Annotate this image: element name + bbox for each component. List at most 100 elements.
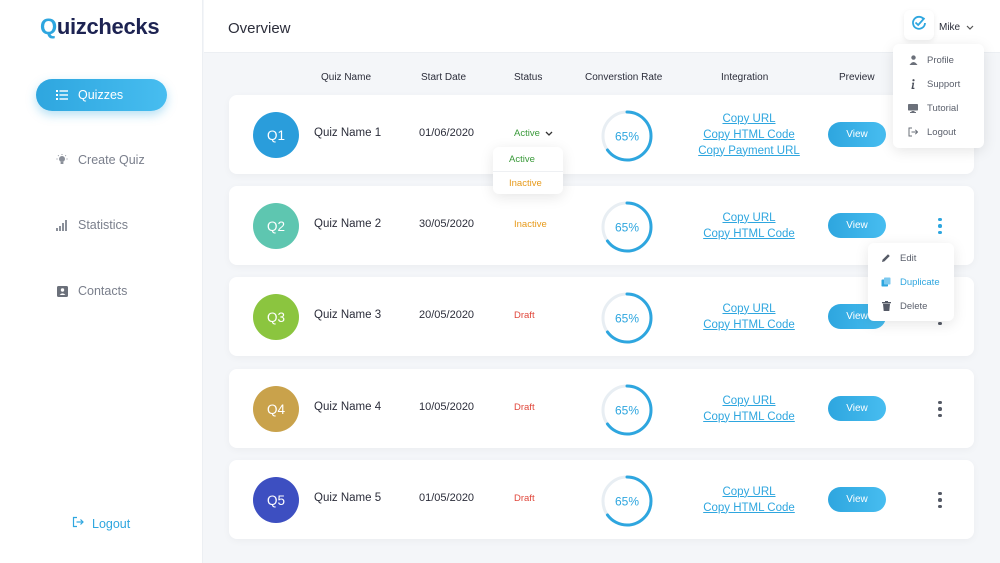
column-header-status: Status: [514, 72, 543, 83]
logout-icon: [907, 127, 919, 137]
copy-url-link[interactable]: Copy URL: [722, 212, 775, 224]
status-select[interactable]: Active: [514, 128, 553, 139]
user-menu-toggle[interactable]: Mike: [939, 22, 974, 33]
person-icon: [907, 55, 919, 65]
logout-label: Logout: [92, 516, 131, 531]
user-name: Mike: [939, 22, 961, 33]
view-button[interactable]: View: [828, 213, 886, 238]
status-option-active[interactable]: Active: [493, 147, 563, 171]
check-badge-icon: [911, 15, 927, 36]
user-avatar-button[interactable]: [904, 10, 934, 40]
quiz-badge: Q3: [253, 294, 299, 340]
conversion-rate-value: 65%: [615, 130, 639, 144]
kebab-dot: [938, 217, 942, 222]
row-action-duplicate[interactable]: Duplicate: [880, 270, 954, 294]
table-row: Q2 Quiz Name 2 30/05/2020 Inactive 65% C…: [229, 186, 974, 265]
sidebar-item-label: Statistics: [78, 218, 129, 232]
trash-icon: [880, 301, 892, 311]
conversion-rate-value: 65%: [615, 221, 639, 235]
column-header-conversion-rate: Converstion Rate: [585, 72, 663, 83]
integration-links: Copy URL Copy HTML Code: [689, 186, 809, 265]
copy-icon: [880, 277, 892, 287]
view-button[interactable]: View: [828, 122, 886, 147]
status-value: Inactive: [514, 219, 547, 230]
user-menu-label: Support: [927, 78, 961, 90]
row-action-delete[interactable]: Delete: [880, 294, 954, 318]
kebab-dot: [938, 400, 942, 405]
app-logo[interactable]: Quizchecks: [40, 14, 160, 40]
quiz-badge: Q4: [253, 386, 299, 432]
sidebar-item-create-quiz[interactable]: Create Quiz: [36, 144, 167, 176]
status-value: Draft: [514, 402, 535, 413]
info-icon: [907, 79, 919, 89]
quiz-badge: Q5: [253, 477, 299, 523]
user-menu-support[interactable]: Support: [907, 72, 984, 96]
copy-url-link[interactable]: Copy URL: [722, 113, 775, 125]
status-select[interactable]: Draft: [514, 493, 535, 504]
logo-text: uizchecks: [56, 14, 160, 39]
sidebar-logout-button[interactable]: Logout: [72, 516, 130, 531]
copy-url-link[interactable]: Copy URL: [722, 486, 775, 498]
copy-html-code-link[interactable]: Copy HTML Code: [703, 129, 795, 141]
chevron-down-icon: [966, 23, 974, 32]
quiz-name: Quiz Name 2: [314, 218, 382, 230]
sidebar-item-contacts[interactable]: Contacts: [36, 275, 167, 307]
copy-html-code-link[interactable]: Copy HTML Code: [703, 228, 795, 240]
chevron-down-icon: [545, 129, 553, 138]
user-dropdown-menu: Profile Support Tutorial Logout: [893, 44, 984, 148]
sidebar-item-quizzes[interactable]: Quizzes: [36, 79, 167, 111]
integration-links: Copy URL Copy HTML Code: [689, 277, 809, 356]
quiz-name: Quiz Name 3: [314, 309, 382, 321]
copy-url-link[interactable]: Copy URL: [722, 303, 775, 315]
copy-html-code-link[interactable]: Copy HTML Code: [703, 411, 795, 423]
conversion-rate-ring: 65%: [601, 475, 653, 527]
kebab-dot: [938, 321, 942, 326]
row-menu-kebab-button[interactable]: [934, 486, 946, 514]
page-title: Overview: [228, 20, 291, 37]
status-select[interactable]: Draft: [514, 402, 535, 413]
user-menu-logout[interactable]: Logout: [907, 120, 984, 144]
copy-url-link[interactable]: Copy URL: [722, 395, 775, 407]
row-menu-kebab-button[interactable]: [934, 395, 946, 423]
kebab-dot: [938, 224, 942, 228]
view-button[interactable]: View: [828, 396, 886, 421]
view-button[interactable]: View: [828, 487, 886, 512]
sidebar-item-statistics[interactable]: Statistics: [36, 209, 167, 241]
status-select[interactable]: Draft: [514, 310, 535, 321]
start-date: 10/05/2020: [419, 401, 475, 413]
user-menu-profile[interactable]: Profile: [907, 48, 984, 72]
monitor-icon: [907, 103, 919, 113]
user-menu-label: Logout: [927, 126, 957, 138]
quiz-name: Quiz Name 1: [314, 127, 382, 139]
row-action-label: Duplicate: [900, 276, 940, 288]
integration-links: Copy URL Copy HTML Code Copy Payment URL: [689, 95, 809, 174]
start-date: 20/05/2020: [419, 309, 475, 321]
copy-html-code-link[interactable]: Copy HTML Code: [703, 502, 795, 514]
lightbulb-icon: [56, 154, 68, 166]
sidebar-item-label: Contacts: [78, 284, 128, 298]
conversion-rate-ring: 65%: [601, 110, 653, 162]
quiz-badge: Q1: [253, 112, 299, 158]
status-value: Active: [514, 128, 540, 139]
kebab-dot: [938, 504, 942, 509]
status-select[interactable]: Inactive: [514, 219, 547, 230]
user-menu-tutorial[interactable]: Tutorial: [907, 96, 984, 120]
row-action-edit[interactable]: Edit: [880, 246, 954, 270]
conversion-rate-value: 65%: [615, 404, 639, 418]
kebab-dot: [938, 491, 942, 496]
integration-links: Copy URL Copy HTML Code: [689, 460, 809, 539]
user-menu-label: Tutorial: [927, 102, 959, 114]
logo-q-mark: Q: [40, 14, 57, 39]
column-header-preview: Preview: [839, 72, 875, 83]
column-header-start-date: Start Date: [421, 72, 467, 83]
status-option-inactive[interactable]: Inactive: [493, 172, 563, 194]
row-menu-kebab-button[interactable]: [934, 212, 946, 240]
table-row: Q4 Quiz Name 4 10/05/2020 Draft 65% Copy…: [229, 369, 974, 448]
table-row: Q1 Quiz Name 1 01/06/2020 Active 65% Cop…: [229, 95, 974, 174]
column-header-integration: Integration: [721, 72, 769, 83]
copy-payment-url-link[interactable]: Copy Payment URL: [698, 145, 800, 157]
copy-html-code-link[interactable]: Copy HTML Code: [703, 319, 795, 331]
user-menu-label: Profile: [927, 54, 954, 66]
status-value: Draft: [514, 310, 535, 321]
table-row: Q3 Quiz Name 3 20/05/2020 Draft 65% Copy…: [229, 277, 974, 356]
